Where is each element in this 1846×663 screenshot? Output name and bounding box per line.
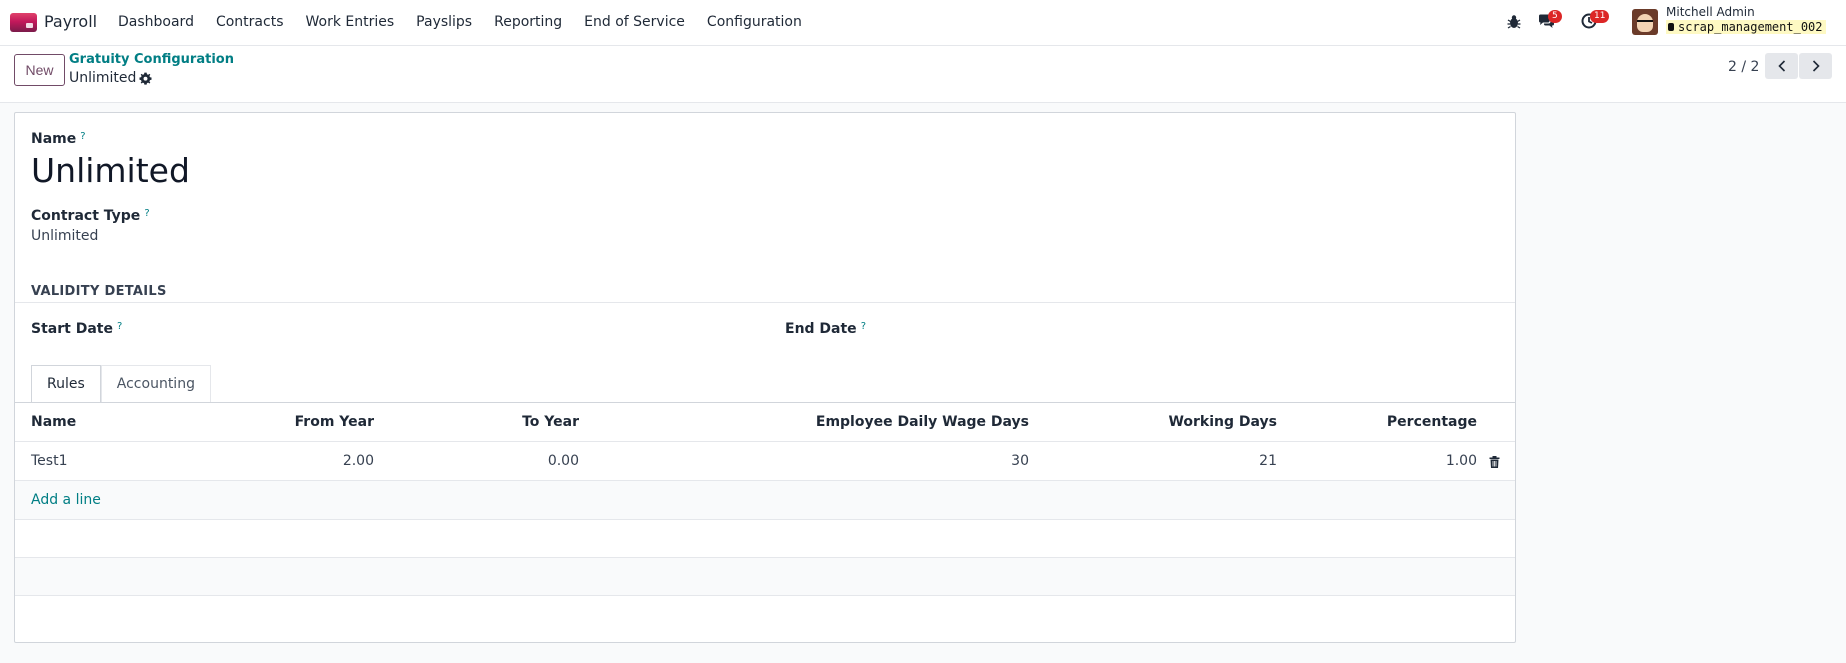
section-divider: [15, 302, 1515, 303]
menu-dashboard[interactable]: Dashboard: [118, 14, 194, 30]
rules-table: Name From Year To Year Employee Daily Wa…: [15, 403, 1515, 596]
start-date-help-tooltip[interactable]: ?: [117, 321, 122, 332]
column-header-from-year[interactable]: From Year: [215, 403, 374, 441]
contract-type-field[interactable]: Unlimited: [31, 228, 98, 244]
column-header-to-year[interactable]: To Year: [395, 403, 579, 441]
trash-icon[interactable]: [1489, 456, 1500, 468]
name-label: Name?: [31, 131, 86, 147]
name-help-tooltip[interactable]: ?: [80, 131, 85, 142]
validity-details-section-title: VALIDITY DETAILS: [31, 284, 167, 299]
add-a-line-link[interactable]: Add a line: [31, 481, 101, 519]
start-date-label: Start Date?: [31, 321, 123, 337]
column-header-employee-daily-wage-days[interactable]: Employee Daily Wage Days: [665, 403, 1029, 441]
chevron-left-icon: [1777, 60, 1785, 72]
chat-count-badge: 5: [1548, 10, 1562, 23]
column-header-name[interactable]: Name: [31, 403, 76, 441]
table-row[interactable]: Test1 2.00 0.00 30 21 1.00: [15, 442, 1515, 481]
contract-type-help-tooltip[interactable]: ?: [144, 208, 149, 219]
add-line-row: Add a line: [15, 481, 1515, 520]
menu-payslips[interactable]: Payslips: [416, 14, 472, 30]
payroll-app-icon[interactable]: [10, 13, 37, 32]
pager-previous-button[interactable]: [1765, 53, 1798, 79]
control-panel: New Gratuity Configuration Unlimited 2 /…: [0, 46, 1846, 103]
menu-work-entries[interactable]: Work Entries: [306, 14, 395, 30]
notebook-tabs: Rules Accounting: [31, 365, 211, 402]
new-button[interactable]: New: [14, 54, 65, 86]
menu-configuration[interactable]: Configuration: [707, 14, 802, 30]
form-sheet: Name? Unlimited Contract Type? Unlimited…: [14, 112, 1516, 643]
chevron-right-icon: [1812, 60, 1820, 72]
row-name[interactable]: Test1: [31, 442, 67, 480]
app-name[interactable]: Payroll: [44, 12, 97, 31]
activity-count-badge: 11: [1590, 10, 1610, 23]
menu-reporting[interactable]: Reporting: [494, 14, 562, 30]
pager-next-button[interactable]: [1799, 53, 1832, 79]
empty-row: [15, 520, 1515, 558]
bug-icon[interactable]: [1507, 14, 1521, 30]
top-navbar: Payroll Dashboard Contracts Work Entries…: [0, 0, 1846, 46]
user-name[interactable]: Mitchell Admin: [1666, 5, 1755, 19]
tab-rules[interactable]: Rules: [31, 365, 101, 402]
contract-type-label: Contract Type?: [31, 208, 150, 224]
breadcrumb-current-record: Unlimited: [69, 70, 137, 86]
row-to-year[interactable]: 0.00: [395, 442, 579, 480]
main-menu: Dashboard Contracts Work Entries Payslip…: [118, 14, 824, 30]
breadcrumb-gratuity-configuration[interactable]: Gratuity Configuration: [69, 52, 234, 67]
menu-contracts[interactable]: Contracts: [216, 14, 284, 30]
row-daily-wage-days[interactable]: 30: [665, 442, 1029, 480]
gear-icon[interactable]: [139, 72, 152, 85]
menu-end-of-service[interactable]: End of Service: [584, 14, 685, 30]
row-from-year[interactable]: 2.00: [215, 442, 374, 480]
end-date-label: End Date?: [785, 321, 866, 337]
tab-accounting[interactable]: Accounting: [100, 365, 211, 402]
row-percentage[interactable]: 1.00: [1015, 442, 1477, 480]
table-header-row: Name From Year To Year Employee Daily Wa…: [15, 403, 1515, 442]
column-header-percentage[interactable]: Percentage: [1015, 403, 1477, 441]
name-field[interactable]: Unlimited: [31, 151, 190, 190]
pager-value: 2 / 2: [1728, 59, 1760, 75]
database-name: scrap_management_002: [1666, 20, 1826, 34]
end-date-help-tooltip[interactable]: ?: [861, 321, 866, 332]
user-avatar[interactable]: [1632, 9, 1658, 35]
empty-row: [15, 558, 1515, 596]
